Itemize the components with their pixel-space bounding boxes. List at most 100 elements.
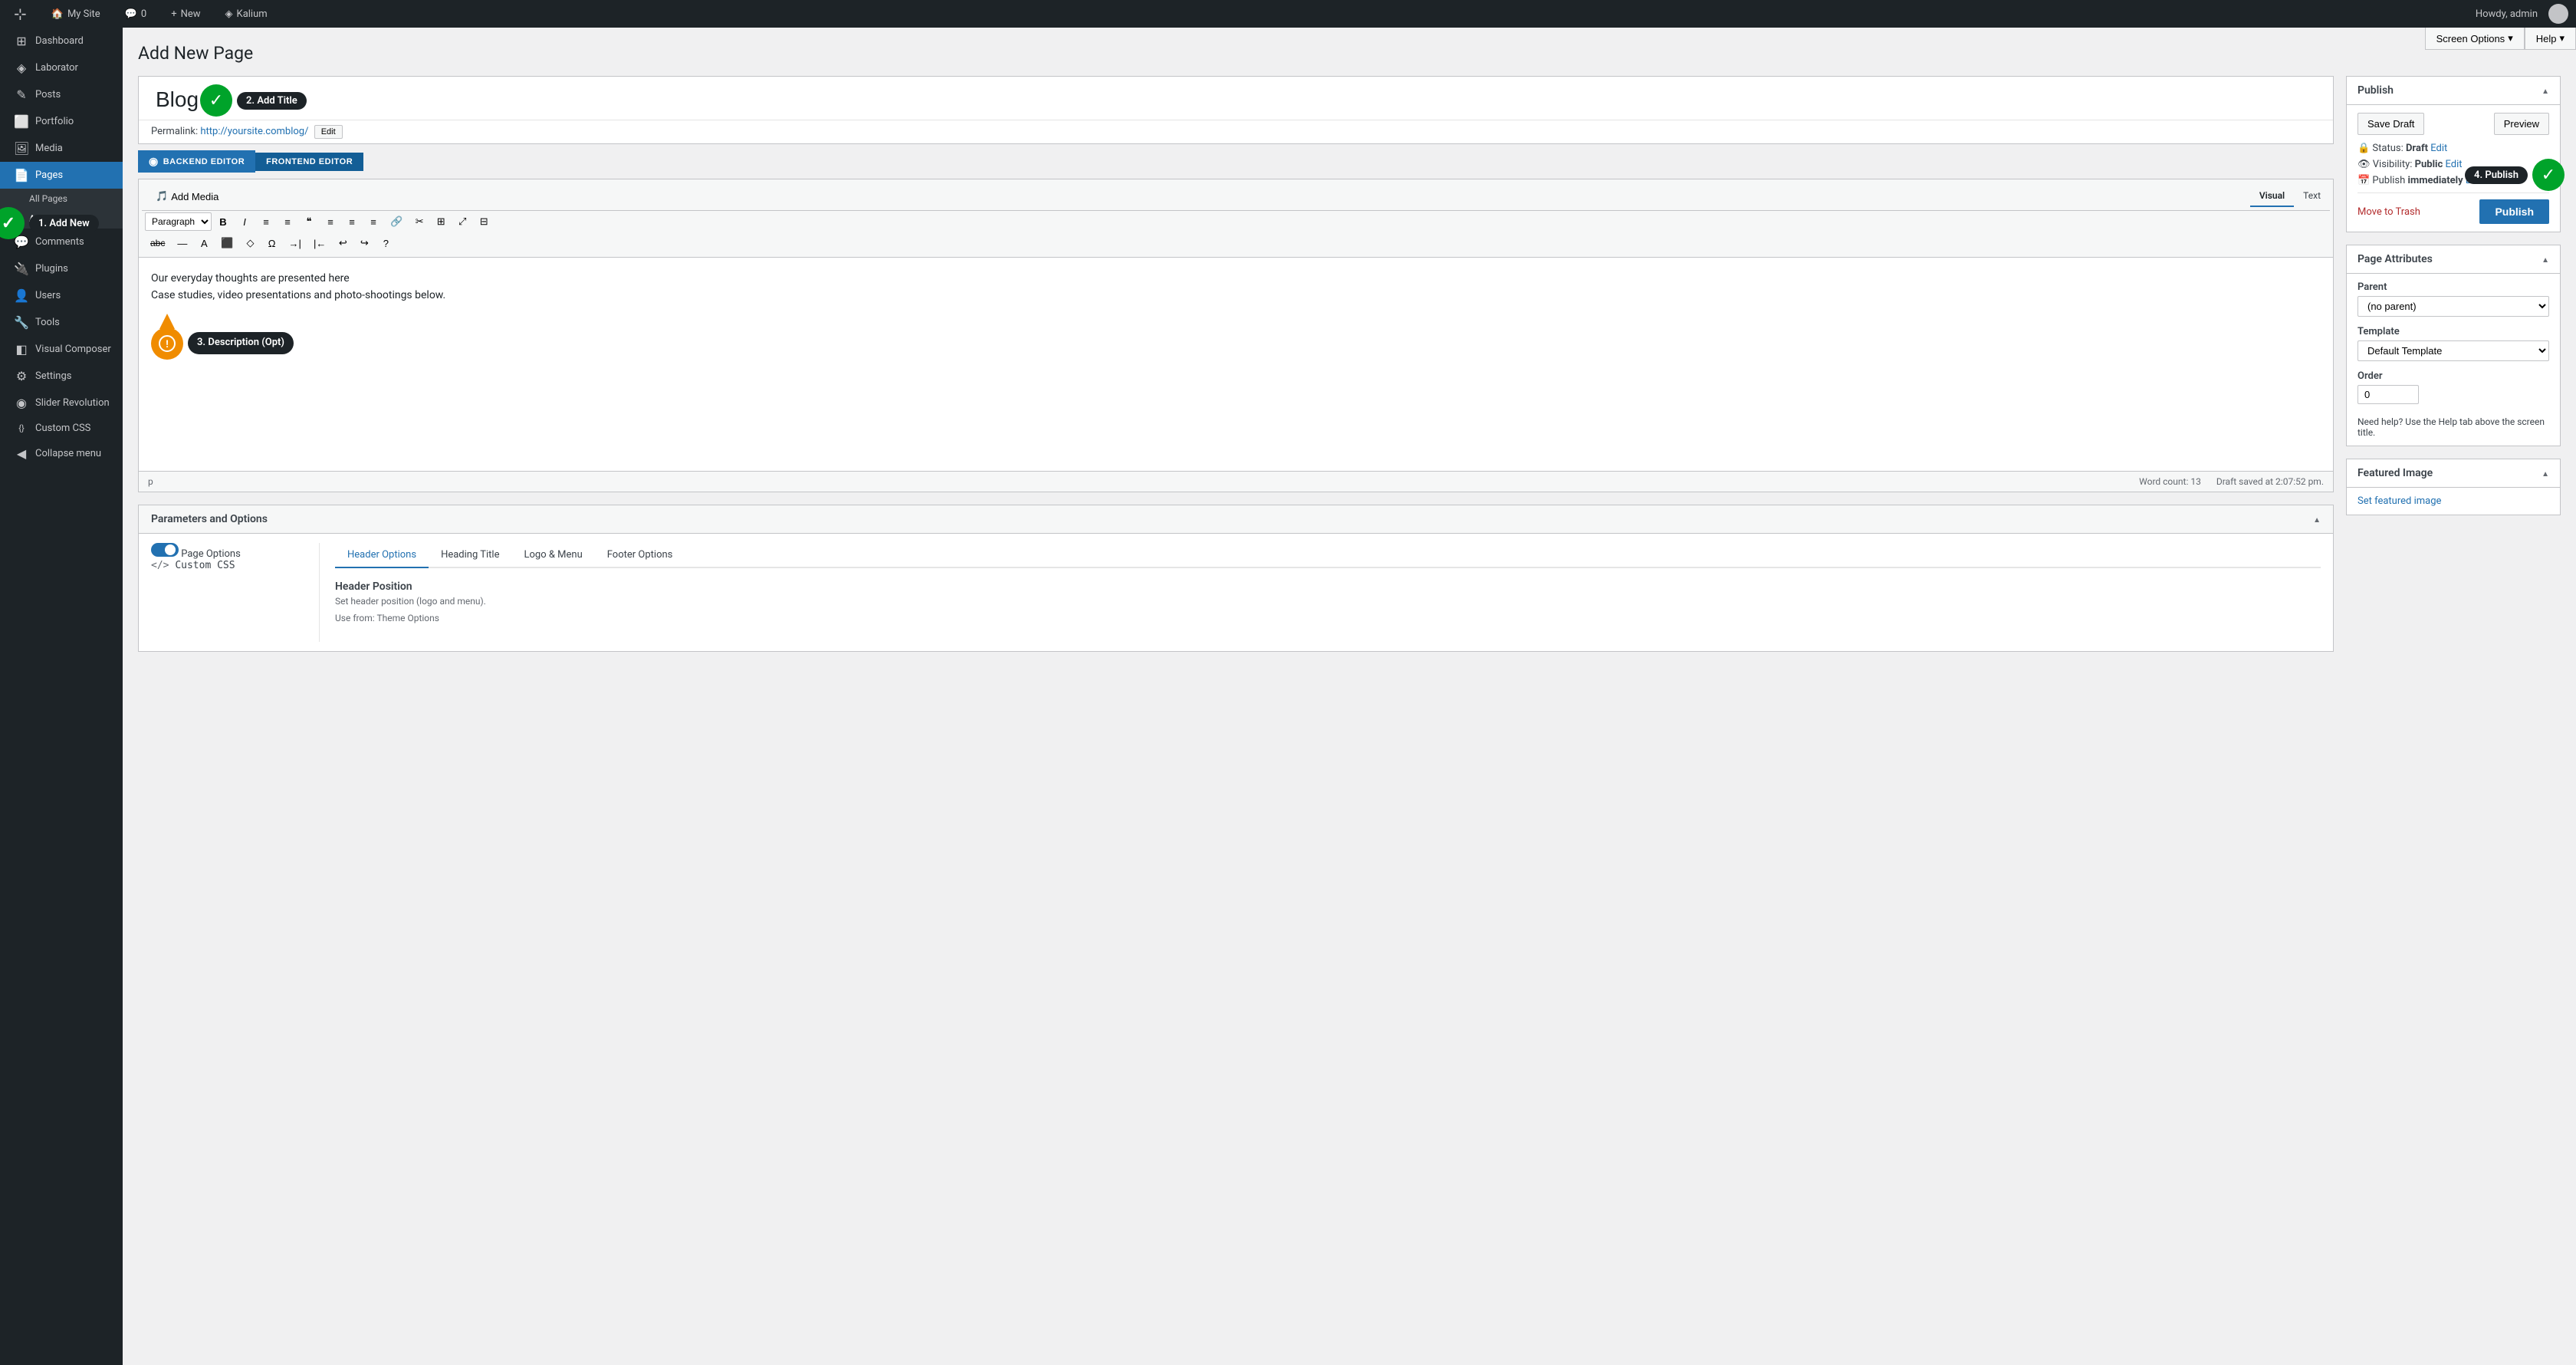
sidebar-item-all-pages[interactable]: All Pages <box>0 189 123 209</box>
visibility-line: 👁 Visibility: Public Edit <box>2358 159 2549 170</box>
sidebar-item-settings[interactable]: ⚙ Settings <box>0 363 123 390</box>
sidebar-item-dashboard[interactable]: ⊞ Dashboard <box>0 28 123 54</box>
sidebar-portfolio-label: Portfolio <box>35 116 74 127</box>
tab-heading-title[interactable]: Heading Title <box>429 543 511 568</box>
sidebar-item-custom-css[interactable]: {} Custom CSS <box>0 416 123 440</box>
strikethrough-button[interactable]: abc <box>145 235 170 252</box>
parent-label: Parent <box>2358 281 2549 293</box>
post-title-input[interactable] <box>145 80 2327 120</box>
publish-timing-edit-link[interactable]: Edit <box>2466 175 2482 186</box>
parameters-content: Header Options Heading Title Logo & Menu <box>320 543 2321 642</box>
visibility-icon: 👁 <box>2358 159 2371 170</box>
sidebar-item-add-new[interactable]: Add New ✓ 1. Add New <box>0 209 123 229</box>
editor-view-tabs: Visual Text <box>2250 186 2330 207</box>
new-content-item[interactable]: + New <box>165 0 206 28</box>
sidebar-item-tools[interactable]: 🔧 Tools <box>0 309 123 336</box>
sidebar-item-portfolio[interactable]: ⬜ Portfolio <box>0 108 123 135</box>
paragraph-select[interactable]: Paragraph <box>145 212 212 231</box>
parameters-body: Page Options </> Custom CSS <box>139 534 2333 651</box>
editor-content[interactable]: Our everyday thoughts are presented here… <box>139 258 2333 426</box>
preview-button[interactable]: Preview <box>2494 113 2549 135</box>
editor-content-container: Our everyday thoughts are presented here… <box>138 257 2334 472</box>
help-toolbar-button[interactable]: ? <box>376 235 396 252</box>
parameters-header[interactable]: Parameters and Options <box>139 505 2333 534</box>
header-position-desc: Set header position (logo and menu). <box>335 596 2321 607</box>
sidebar-item-plugins[interactable]: 🔌 Plugins <box>0 255 123 282</box>
unlink-button[interactable]: ✂ <box>409 212 429 231</box>
hr-button[interactable]: — <box>172 235 192 252</box>
save-draft-button[interactable]: Save Draft <box>2358 113 2424 135</box>
tab-header-options[interactable]: Header Options <box>335 543 429 568</box>
frontend-editor-button[interactable]: FRONTEND EDITOR <box>255 153 363 171</box>
link-button[interactable]: 🔗 <box>385 212 408 231</box>
parent-select[interactable]: (no parent) <box>2358 296 2549 317</box>
insert-more-button[interactable]: ⊞ <box>431 212 451 231</box>
ordered-list-button[interactable]: ≡ <box>278 213 297 231</box>
move-to-trash-link[interactable]: Move to Trash <box>2358 206 2420 218</box>
page-attributes-toggle <box>2542 254 2549 265</box>
fullscreen-button[interactable]: ⤢ <box>452 212 472 231</box>
custom-css-param-label: Custom CSS <box>175 560 235 571</box>
align-left-button[interactable]: ≡ <box>320 213 340 231</box>
comments-count: 0 <box>141 8 146 20</box>
help-button[interactable]: Help ▾ <box>2525 28 2576 50</box>
redo-button[interactable]: ↪ <box>354 234 374 252</box>
permalink-url[interactable]: http://yoursite.comblog/ <box>200 126 308 137</box>
backend-editor-button[interactable]: ◉ BACKEND EDITOR <box>138 150 255 173</box>
sidebar-item-posts[interactable]: ✎ Posts <box>0 81 123 108</box>
params-tab-content: Header Position Set header position (log… <box>335 568 2321 642</box>
sidebar-users-label: Users <box>35 290 61 301</box>
bold-button[interactable]: B <box>213 213 233 231</box>
status-edit-link[interactable]: Edit <box>2430 143 2447 154</box>
use-from-text: Use from: Theme Options <box>335 613 2321 623</box>
custom-css-item[interactable]: </> Custom CSS <box>151 560 310 571</box>
set-featured-image-link[interactable]: Set featured image <box>2358 495 2441 507</box>
text-tab[interactable]: Text <box>2294 186 2330 207</box>
add-media-button[interactable]: 🎵 Add Media <box>148 186 226 207</box>
visibility-edit-link[interactable]: Edit <box>2446 159 2463 170</box>
sidebar-item-pages[interactable]: 📄 Pages <box>0 162 123 189</box>
permalink-edit-button[interactable]: Edit <box>314 125 343 139</box>
sidebar-item-visual-composer[interactable]: ◧ Visual Composer <box>0 336 123 363</box>
text-color-button[interactable]: A <box>194 235 214 252</box>
comments-icon: 💬 <box>125 8 137 20</box>
outdent-button[interactable]: |← <box>308 235 331 252</box>
special-char-button[interactable]: Ω <box>262 235 282 252</box>
page-options-toggle[interactable] <box>151 543 179 557</box>
editor-tabs-row: 🎵 Add Media Visual Text <box>142 183 2330 211</box>
page-options-item[interactable]: Page Options <box>151 543 310 560</box>
kalium-item[interactable]: ◈ Kalium <box>219 0 274 28</box>
add-new-label: Add New <box>29 213 66 224</box>
publish-box-header[interactable]: Publish <box>2347 77 2560 105</box>
page-attributes-header[interactable]: Page Attributes <box>2347 245 2560 274</box>
unordered-list-button[interactable]: ≡ <box>256 213 276 231</box>
indent-button[interactable]: →| <box>284 235 307 252</box>
italic-button[interactable]: I <box>235 213 255 231</box>
tab-logo-menu[interactable]: Logo & Menu <box>511 543 594 568</box>
comments-item[interactable]: 💬 0 <box>119 0 153 28</box>
sidebar-item-comments[interactable]: 💬 Comments <box>0 229 123 255</box>
screen-options-button[interactable]: Screen Options ▾ <box>2425 28 2525 50</box>
wp-logo-item[interactable]: ⊹ <box>8 0 33 28</box>
kitchen-sink-button[interactable]: ⊟ <box>474 212 494 231</box>
blockquote-button[interactable]: ❝ <box>299 212 319 231</box>
sidebar-item-slider-revolution[interactable]: ◉ Slider Revolution <box>0 390 123 416</box>
template-select[interactable]: Default Template <box>2358 340 2549 361</box>
align-center-button[interactable]: ≡ <box>342 213 362 231</box>
align-right-button[interactable]: ≡ <box>363 213 383 231</box>
tab-footer-options[interactable]: Footer Options <box>595 543 685 568</box>
publish-button[interactable]: Publish <box>2479 199 2549 224</box>
sidebar-item-laborator[interactable]: ◈ Laborator <box>0 54 123 81</box>
featured-image-header[interactable]: Featured Image <box>2347 459 2560 488</box>
sidebar-item-users[interactable]: 👤 Users <box>0 282 123 309</box>
undo-button[interactable]: ↩ <box>333 234 353 252</box>
order-input[interactable] <box>2358 385 2419 404</box>
help-label: Help <box>2536 33 2557 44</box>
sidebar-item-collapse[interactable]: ◀ Collapse menu <box>0 440 123 467</box>
paste-button[interactable]: ⬛ <box>215 234 238 252</box>
sidebar-item-media[interactable]: 🖼 Media <box>0 135 123 162</box>
tinymce-wrap: 🎵 Add Media Visual Text <box>138 179 2334 257</box>
visual-tab[interactable]: Visual <box>2250 186 2294 207</box>
clear-format-button[interactable]: ◇ <box>241 234 261 252</box>
site-name-item[interactable]: 🏠 My Site <box>45 0 107 28</box>
